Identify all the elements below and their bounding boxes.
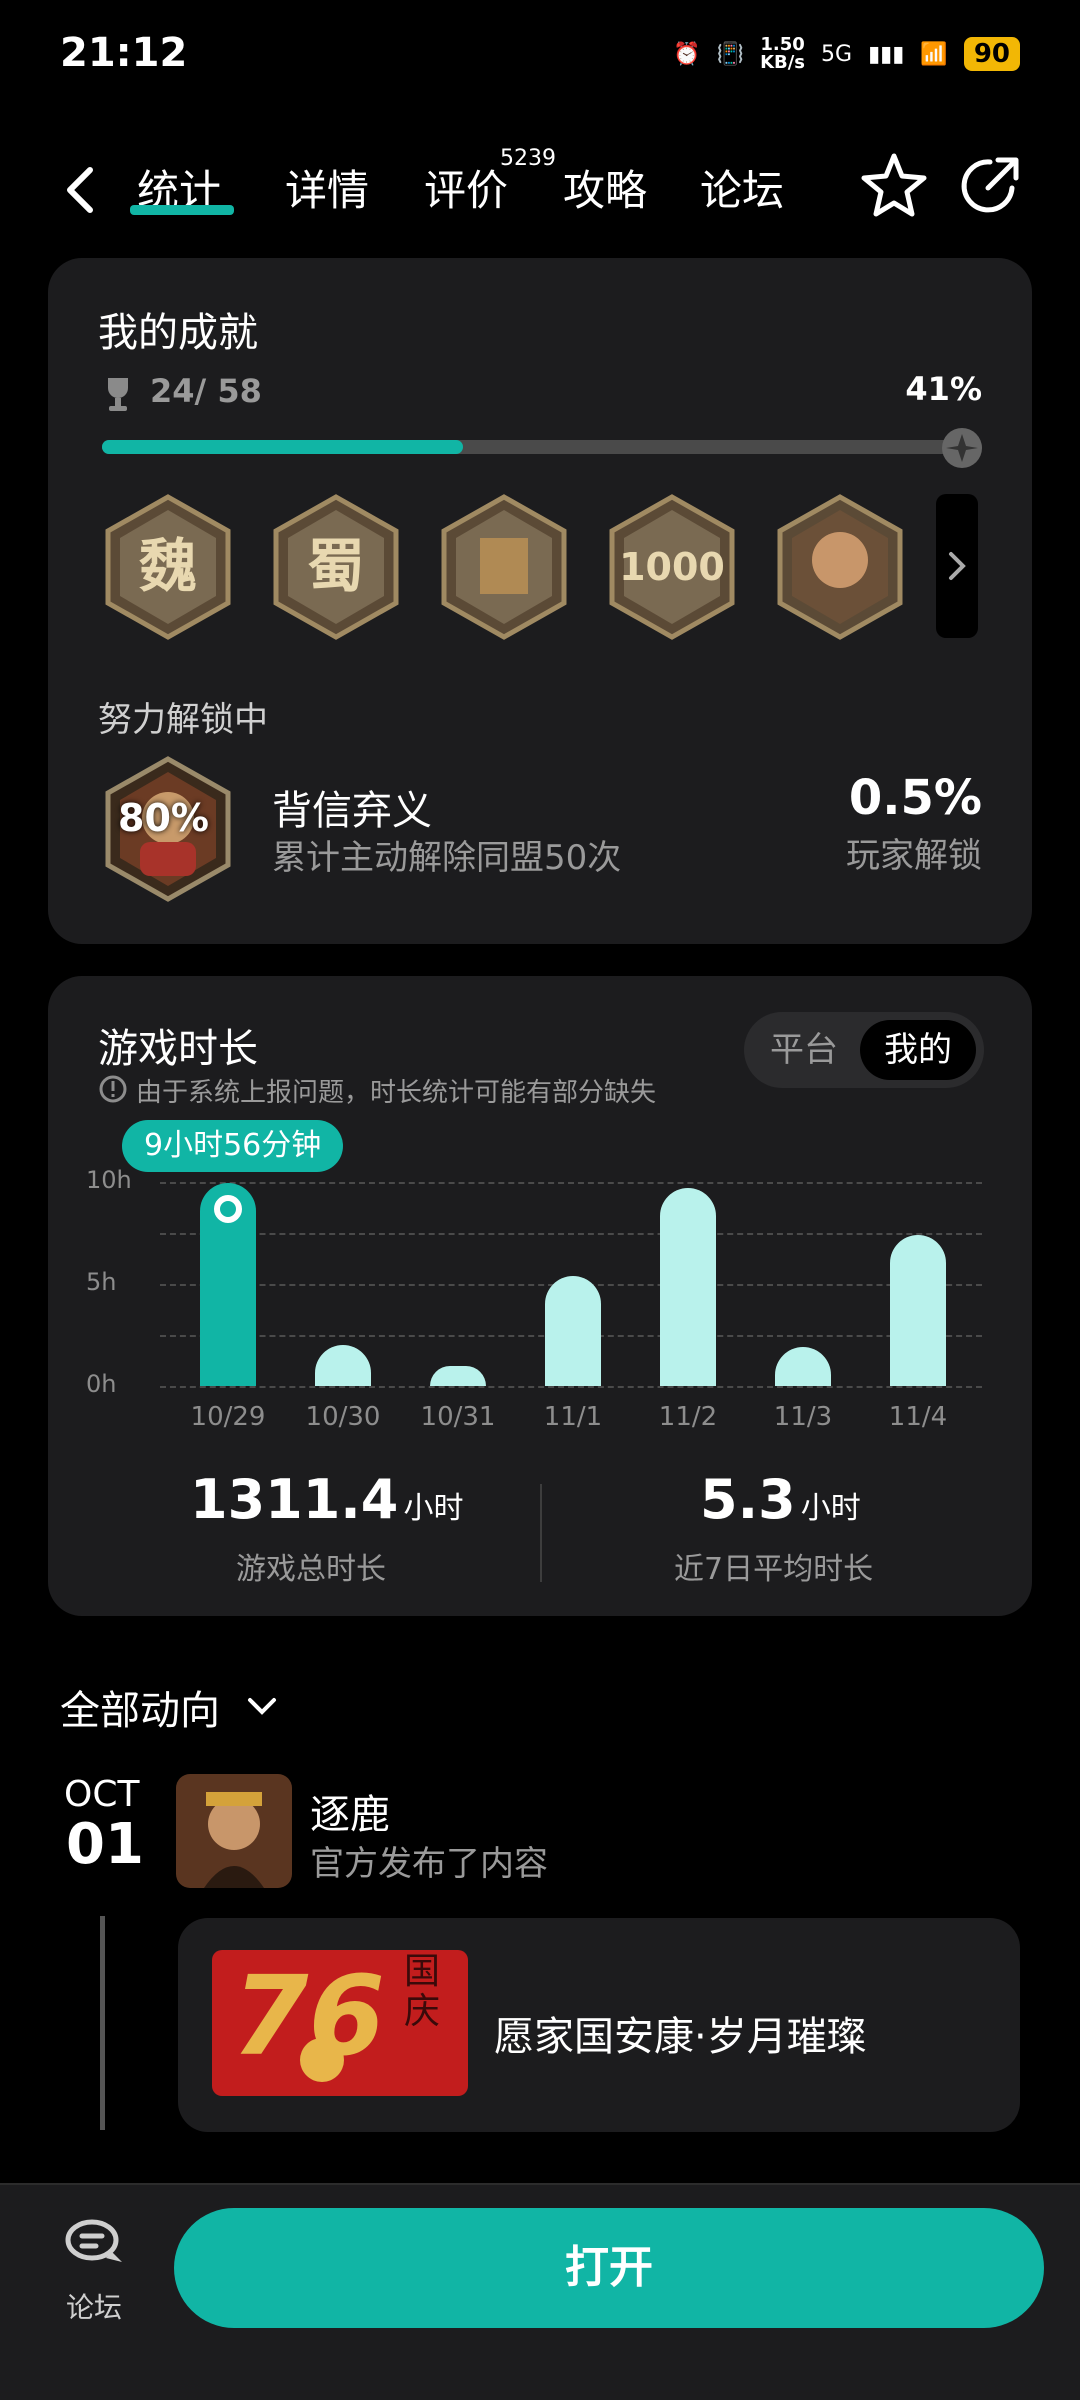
- chart-ytick: 10h: [86, 1166, 132, 1194]
- chart-ytick: 5h: [86, 1268, 117, 1296]
- chart-ytick: 0h: [86, 1370, 117, 1398]
- avg-playtime-unit: 小时: [800, 1491, 861, 1526]
- chart-bar[interactable]: [545, 1275, 601, 1386]
- feed-author[interactable]: 逐鹿: [310, 1782, 390, 1840]
- toggle-mine[interactable]: 我的: [860, 1020, 976, 1080]
- chart-bar[interactable]: [890, 1235, 946, 1386]
- chart-xtick: 11/4: [888, 1402, 948, 1432]
- achievement-item-progress: 80%: [118, 796, 209, 840]
- badge-label: 1000: [619, 545, 725, 589]
- feed-post-title: 愿家国安康·岁月璀璨: [494, 2014, 867, 2060]
- achievement-item-rate: 0.5%: [848, 770, 982, 826]
- stats-divider: [540, 1484, 542, 1582]
- feed-date-day: 01: [66, 1812, 144, 1877]
- badge-label: 蜀: [307, 532, 365, 600]
- avg-playtime-value: 5.3: [700, 1468, 796, 1531]
- bar-tooltip: 9小时56分钟: [122, 1120, 344, 1172]
- info-icon: [99, 1075, 127, 1103]
- tab-reviews[interactable]: 评价: [424, 157, 508, 218]
- post-thumbnail-number: 76: [232, 1952, 386, 2080]
- chart-xtick: 10/29: [190, 1402, 266, 1432]
- peek-card-1: [118, 2390, 368, 2400]
- peek-card-2: [370, 2390, 710, 2400]
- tab-forum[interactable]: 论坛: [700, 157, 784, 218]
- back-arrow-icon[interactable]: [52, 160, 112, 220]
- badge-warrior-icon[interactable]: [776, 494, 904, 640]
- review-count-badge: 5239: [500, 146, 556, 171]
- achievement-percent: 41%: [905, 370, 982, 408]
- badge-wei-icon[interactable]: 魏: [104, 494, 232, 640]
- avg-playtime-label: 近7日平均时长: [674, 1552, 874, 1587]
- badge-1000-icon[interactable]: 1000: [608, 494, 736, 640]
- post-thumbnail-text: 国庆: [404, 1951, 441, 2032]
- chevron-right-icon: [949, 552, 966, 580]
- status-time: 21:12: [60, 30, 188, 76]
- chart-xtick: 11/2: [658, 1402, 718, 1432]
- battery-level: 90: [963, 37, 1020, 71]
- achievement-item-rate-label: 玩家解锁: [846, 836, 982, 876]
- badge-tower-icon[interactable]: [440, 494, 568, 640]
- bottom-bar-divider: [0, 2183, 1080, 2185]
- tab-active-indicator: [130, 205, 234, 215]
- achievement-item-name: 背信弃义: [272, 788, 432, 834]
- chart-bar[interactable]: [660, 1188, 716, 1386]
- forum-label[interactable]: 论坛: [66, 2286, 122, 2326]
- star-icon[interactable]: [856, 148, 932, 224]
- chart-gridline: [160, 1386, 982, 1388]
- vibrate-icon: 📳: [716, 41, 745, 67]
- badge-label: 魏: [139, 532, 197, 600]
- peek-card-3: [714, 2390, 964, 2400]
- network-speed: 1.50 KB/s: [760, 34, 806, 73]
- timeline-line: [100, 1916, 105, 2130]
- total-playtime-label: 游戏总时长: [236, 1552, 386, 1587]
- forum-icon[interactable]: [62, 2216, 126, 2272]
- chart-xtick: 11/1: [543, 1402, 603, 1432]
- chart-xtick: 10/31: [420, 1402, 496, 1432]
- playtime-toggle[interactable]: 平台 我的: [744, 1012, 984, 1088]
- chart-gridline: [160, 1182, 982, 1184]
- more-achievements-button[interactable]: [936, 494, 978, 638]
- share-icon[interactable]: [952, 148, 1028, 224]
- unlocking-title: 努力解锁中: [98, 700, 268, 740]
- badge-shu-icon[interactable]: 蜀: [272, 494, 400, 640]
- progress-end-icon: [942, 428, 982, 468]
- achievement-progress-fill: [102, 440, 463, 454]
- chart-xtick: 10/30: [305, 1402, 381, 1432]
- chart-xtick: 11/3: [773, 1402, 833, 1432]
- tab-guides[interactable]: 攻略: [563, 157, 647, 218]
- feed-filter-title[interactable]: 全部动向: [60, 1678, 220, 1736]
- status-icons: ⏰ 📳 1.50 KB/s 5G ▮▮▮ 📶 90: [673, 36, 1020, 72]
- chevron-down-icon[interactable]: [244, 1688, 280, 1724]
- playtime-title: 游戏时长: [98, 1026, 258, 1072]
- trophy-icon: [108, 378, 128, 411]
- total-playtime-value: 1311.4: [190, 1468, 399, 1531]
- author-avatar[interactable]: [176, 1774, 292, 1888]
- feed-date-month: OCT: [64, 1774, 140, 1815]
- tab-details[interactable]: 详情: [285, 157, 369, 218]
- total-playtime: 1311.4 小时: [190, 1468, 463, 1531]
- signal-icon: ▮▮▮: [868, 41, 905, 67]
- playtime-note: 由于系统上报问题，时长统计可能有部分缺失: [136, 1078, 657, 1108]
- avg-playtime: 5.3 小时: [700, 1468, 861, 1531]
- open-button[interactable]: 打开: [174, 2208, 1044, 2328]
- chart-gridline: [160, 1233, 982, 1235]
- achievement-count: 24/ 58: [150, 372, 262, 410]
- achievement-title: 我的成就: [98, 310, 258, 356]
- wifi-icon: 📶: [920, 41, 948, 67]
- achievement-progress-bar: [102, 440, 982, 454]
- achievement-item-desc: 累计主动解除同盟50次: [272, 838, 622, 878]
- network-type: 5G: [821, 41, 853, 67]
- feed-action: 官方发布了内容: [310, 1844, 548, 1884]
- toggle-platform[interactable]: 平台: [754, 1020, 854, 1080]
- alarm-icon: ⏰: [673, 41, 701, 67]
- total-playtime-unit: 小时: [403, 1491, 464, 1526]
